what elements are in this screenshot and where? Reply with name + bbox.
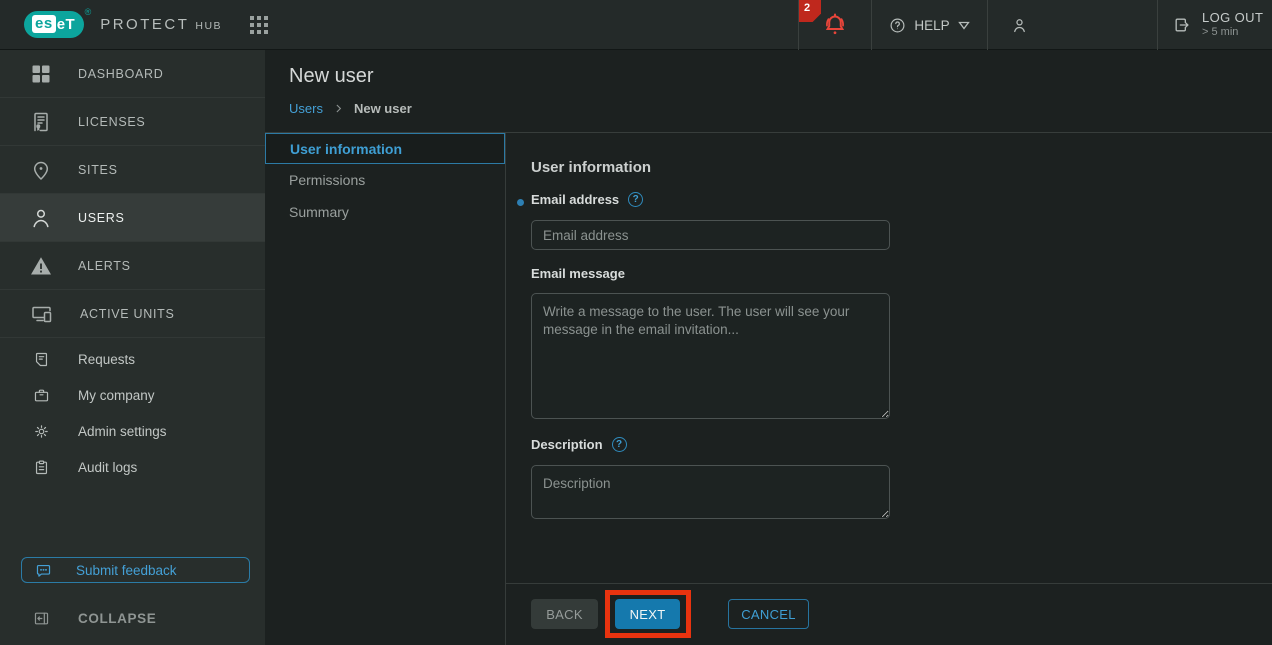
person-icon xyxy=(29,206,53,230)
registered-mark: ® xyxy=(85,7,92,17)
email-message-label: Email message xyxy=(531,266,625,281)
collapse-icon xyxy=(33,610,50,627)
eset-logo-pill: es eT ® xyxy=(24,11,84,38)
sidebar-item-label: USERS xyxy=(78,211,125,225)
sidebar-item-label: Requests xyxy=(78,352,135,367)
notifications-button[interactable]: 2 xyxy=(798,0,871,50)
sidebar-item-label: ALERTS xyxy=(78,259,131,273)
email-label: Email address xyxy=(531,192,619,207)
sidebar-item-active-units[interactable]: ACTIVE UNITS xyxy=(0,290,265,338)
product-name: PROTECT xyxy=(100,16,189,33)
sidebar-item-licenses[interactable]: LICENSES xyxy=(0,98,265,146)
form-heading: User information xyxy=(531,159,651,176)
next-button[interactable]: NEXT xyxy=(615,599,680,629)
session-timeout-text: > 5 min xyxy=(1202,26,1263,40)
sidebar-item-label: ACTIVE UNITS xyxy=(80,307,175,321)
wizard-steps: User information Permissions Summary xyxy=(265,133,505,228)
sidebar-item-label: SITES xyxy=(78,163,118,177)
request-note-icon xyxy=(33,351,50,368)
sidebar-item-admin-settings[interactable]: Admin settings xyxy=(0,413,265,449)
top-bar: es eT ® PROTECT HUB 2 xyxy=(0,0,1272,50)
description-label: Description xyxy=(531,437,603,452)
step-user-information[interactable]: User information xyxy=(265,133,505,164)
help-circle-icon xyxy=(889,17,906,34)
notification-badge: 2 xyxy=(799,0,821,22)
sidebar-item-label: DASHBOARD xyxy=(78,67,163,81)
back-button[interactable]: BACK xyxy=(531,599,598,629)
required-indicator xyxy=(517,199,524,206)
warning-triangle-icon xyxy=(29,254,53,278)
chevron-down-icon xyxy=(958,21,970,30)
sidebar-item-label: My company xyxy=(78,388,155,403)
sidebar-item-label: LICENSES xyxy=(78,115,145,129)
description-textarea[interactable] xyxy=(531,465,890,519)
email-input[interactable] xyxy=(531,220,890,250)
sidebar-item-requests[interactable]: Requests xyxy=(0,341,265,377)
gear-icon xyxy=(33,423,50,440)
briefcase-icon xyxy=(33,387,50,404)
main-content: New user Users New user User information… xyxy=(265,50,1272,645)
devices-icon xyxy=(29,302,55,326)
eset-logo-text-right: eT xyxy=(57,16,76,33)
logout-button[interactable]: LOG OUT > 5 min xyxy=(1157,0,1272,50)
clipboard-icon xyxy=(33,459,50,476)
cancel-button[interactable]: CANCEL xyxy=(728,599,809,629)
collapse-sidebar-button[interactable]: COLLAPSE xyxy=(33,610,156,627)
dashboard-grid-icon xyxy=(29,62,53,86)
license-certificate-icon xyxy=(29,110,53,134)
user-icon xyxy=(1010,16,1029,35)
logout-label: LOG OUT xyxy=(1202,10,1263,26)
breadcrumb: Users New user xyxy=(289,101,412,116)
breadcrumb-users-link[interactable]: Users xyxy=(289,101,323,116)
email-help-icon[interactable]: ? xyxy=(628,192,643,207)
sidebar-item-audit-logs[interactable]: Audit logs xyxy=(0,449,265,485)
eset-logo[interactable]: es eT ® PROTECT HUB xyxy=(24,11,222,38)
message-label-row: Email message xyxy=(531,266,625,281)
form-panel: User information Email address ? Email m… xyxy=(505,133,1272,645)
sidebar-item-sites[interactable]: SITES xyxy=(0,146,265,194)
app-launcher-icon[interactable] xyxy=(250,16,268,34)
sidebar-item-dashboard[interactable]: DASHBOARD xyxy=(0,50,265,98)
logout-icon xyxy=(1172,15,1192,35)
collapse-label: COLLAPSE xyxy=(78,611,156,626)
description-help-icon[interactable]: ? xyxy=(612,437,627,452)
account-menu[interactable] xyxy=(987,0,1157,50)
submit-feedback-label: Submit feedback xyxy=(76,563,177,578)
sidebar-item-label: Admin settings xyxy=(78,424,167,439)
step-summary[interactable]: Summary xyxy=(265,196,505,228)
page-header: New user Users New user xyxy=(265,50,1272,133)
map-pin-icon xyxy=(29,158,53,182)
breadcrumb-chevron-icon xyxy=(332,102,345,115)
bell-icon xyxy=(820,10,850,40)
sidebar-item-label: Audit logs xyxy=(78,460,137,475)
sidebar-item-my-company[interactable]: My company xyxy=(0,377,265,413)
email-label-row: Email address ? xyxy=(531,192,643,207)
eset-logo-text-left: es xyxy=(32,15,56,33)
help-menu[interactable]: HELP xyxy=(871,0,987,50)
email-message-textarea[interactable] xyxy=(531,293,890,419)
sidebar-item-users[interactable]: USERS xyxy=(0,194,265,242)
product-suffix: HUB xyxy=(195,17,222,32)
description-label-row: Description ? xyxy=(531,437,627,452)
submit-feedback-button[interactable]: Submit feedback xyxy=(21,557,250,583)
feedback-bubble-icon xyxy=(35,562,52,579)
breadcrumb-current: New user xyxy=(354,101,412,116)
sidebar-item-alerts[interactable]: ALERTS xyxy=(0,242,265,290)
help-label: HELP xyxy=(914,18,949,33)
sidebar: DASHBOARD LICENSES SITES U xyxy=(0,50,265,645)
step-permissions[interactable]: Permissions xyxy=(265,164,505,196)
page-title: New user xyxy=(289,65,373,88)
wizard-footer: BACK NEXT CANCEL xyxy=(506,583,1272,645)
